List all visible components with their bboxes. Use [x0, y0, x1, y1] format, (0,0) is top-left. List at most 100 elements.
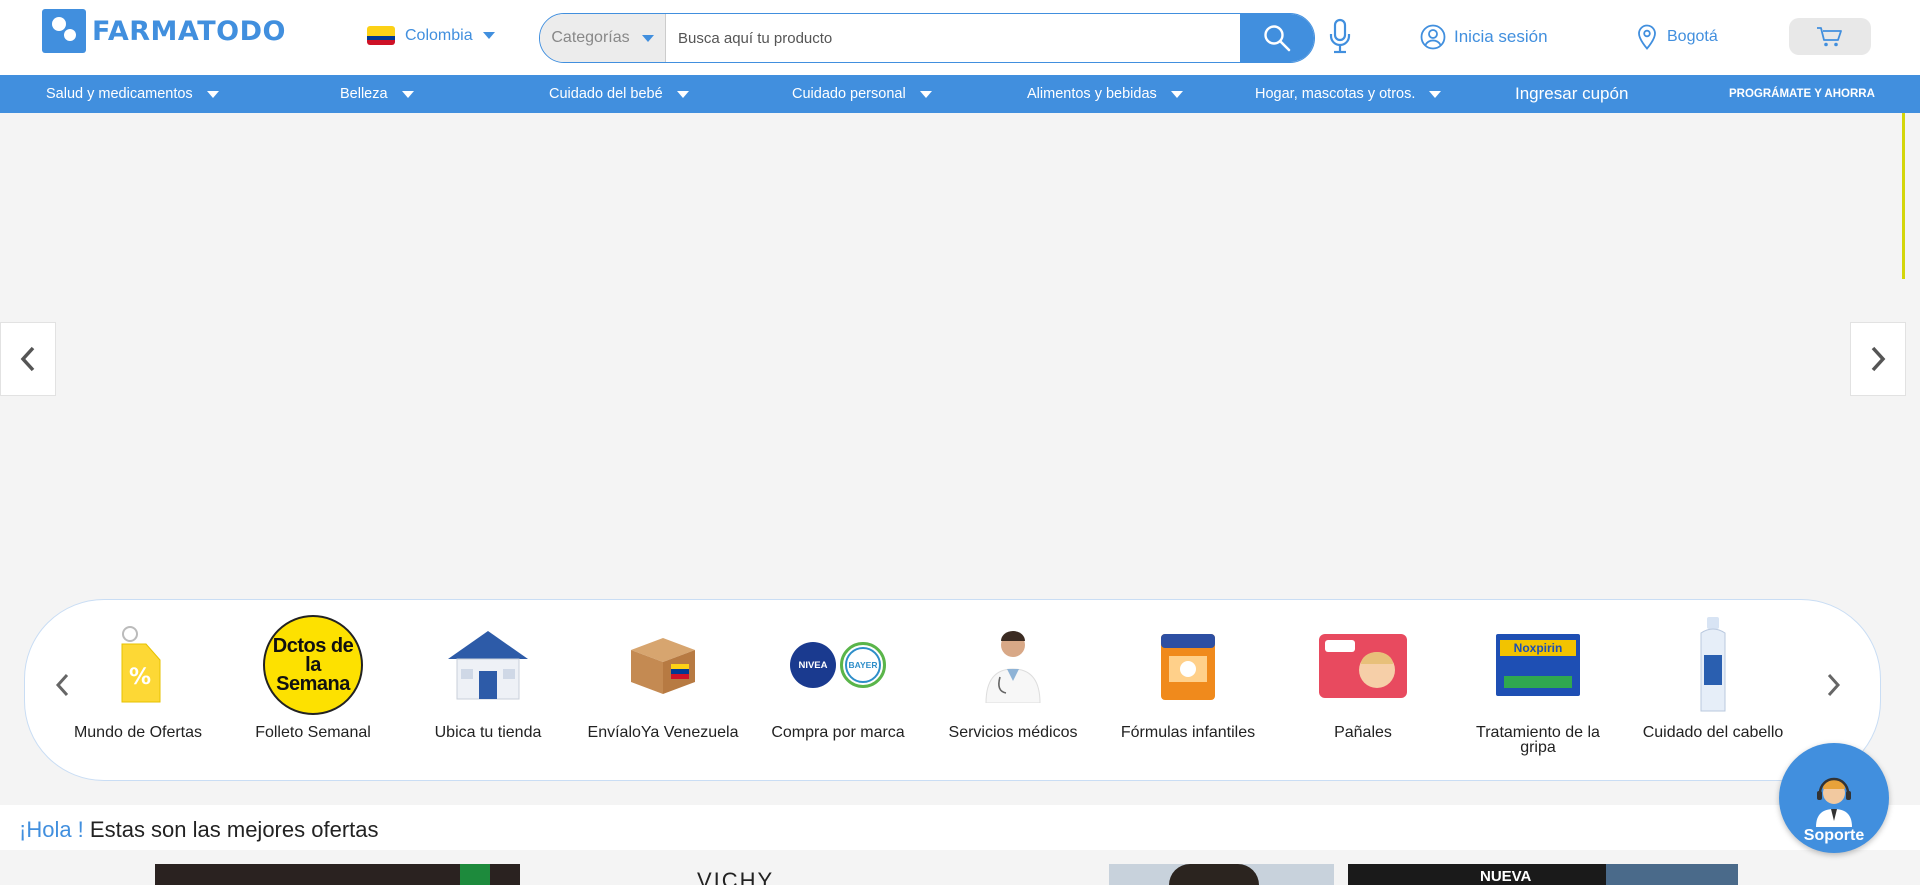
vichy-text: VICHY [697, 868, 775, 885]
search-button[interactable] [1240, 14, 1314, 62]
country-selector[interactable]: Colombia [367, 26, 495, 45]
page-scroll-indicator [1902, 113, 1905, 279]
nav-item-cuidado-personal[interactable]: Cuidado personal [792, 75, 932, 113]
shampoo-bottle-icon [1700, 617, 1726, 712]
chevron-left-icon [20, 346, 35, 372]
category-item-folleto[interactable]: Dctos de la Semana Folleto Semanal [233, 615, 393, 741]
category-item-panales[interactable]: Pañales [1283, 615, 1443, 741]
cart-button[interactable] [1789, 18, 1871, 55]
category-item-marcas[interactable]: NIVEA BAYER Compra por marca [758, 615, 918, 741]
country-label: Colombia [405, 26, 473, 44]
chevron-right-icon [1827, 673, 1841, 697]
offers-section-header: ¡Hola ! Estas son las mejores ofertas [0, 805, 1920, 850]
nav-item-label: Cuidado del bebé [549, 86, 663, 102]
greeting-text: ¡Hola ! [19, 817, 84, 842]
hero-prev-button[interactable] [0, 322, 56, 396]
category-item-formulas[interactable]: Fórmulas infantiles [1108, 615, 1268, 741]
category-item-cabello[interactable]: Cuidado del cabello [1633, 615, 1793, 741]
category-label: Mundo de Ofertas [73, 724, 203, 741]
search-bar: Categorías [539, 13, 1315, 63]
site-header: FARMATODO Colombia Categorías Inicia ses… [0, 0, 1920, 75]
hero-next-button[interactable] [1850, 322, 1906, 396]
promo-banner-portrait[interactable] [1109, 864, 1334, 885]
category-label: Ubica tu tienda [434, 724, 542, 741]
category-label: EnvíaloYa Venezuela [587, 724, 739, 741]
nav-item-belleza[interactable]: Belleza [340, 75, 414, 113]
category-label: Cu [1808, 725, 1880, 741]
category-label: Folleto Semanal [255, 724, 371, 741]
login-link[interactable]: Inicia sesión [1420, 24, 1548, 50]
nueva-text: NUEVA [1480, 868, 1532, 885]
bayer-logo: BAYER [840, 642, 886, 688]
category-item-servicios-medicos[interactable]: Servicios médicos [933, 615, 1093, 741]
category-item-partial[interactable]: Cu [1808, 615, 1880, 741]
brand-name: FARMATODO [92, 15, 286, 47]
chevron-down-icon [641, 34, 654, 42]
category-carousel: % Mundo de Ofertas Dctos de la Semana Fo… [24, 599, 1881, 781]
weekly-discounts-badge-text: Dctos de la Semana [272, 634, 354, 695]
voice-search-button[interactable] [1328, 18, 1352, 61]
nav-item-label: Salud y medicamentos [46, 86, 193, 102]
category-label: Compra por marca [771, 724, 905, 741]
package-icon [631, 638, 695, 694]
svg-text:%: % [129, 665, 151, 690]
store-icon [448, 631, 528, 700]
microphone-icon [1329, 18, 1351, 54]
colombia-flag-icon [367, 26, 395, 45]
support-label: Soporte [1803, 827, 1865, 844]
coupon-link[interactable]: Ingresar cupón [1515, 75, 1628, 113]
chevron-down-icon [401, 90, 414, 98]
nav-item-salud[interactable]: Salud y medicamentos [46, 75, 219, 113]
weekly-discounts-badge: Dctos de la Semana [263, 615, 363, 715]
nav-item-hogar[interactable]: Hogar, mascotas y otros. [1255, 75, 1442, 113]
price-tag-icon: % [121, 626, 161, 703]
search-input[interactable] [666, 14, 1240, 62]
nivea-logo-text: NIVEA [798, 659, 828, 671]
nav-item-label: Cuidado personal [792, 86, 906, 102]
user-icon [1420, 24, 1446, 50]
search-icon [1264, 25, 1291, 52]
support-chat-button[interactable]: Soporte [1779, 743, 1889, 853]
category-item-envialoya[interactable]: EnvíaloYa Venezuela [583, 615, 743, 741]
chevron-down-icon [206, 90, 219, 98]
farmatodo-logo[interactable]: FARMATODO [42, 9, 286, 53]
doctor-icon [985, 631, 1041, 703]
formula-can-icon [1161, 634, 1215, 700]
nav-item-label: Alimentos y bebidas [1027, 86, 1157, 102]
chevron-down-icon [1170, 90, 1183, 98]
category-label: Tratamiento de la gripa [1476, 724, 1600, 756]
category-label: Pañales [1334, 724, 1392, 741]
program-save-link[interactable]: PROGRÁMATE Y AHORRA [1729, 75, 1875, 113]
category-dropdown-label: Categorías [551, 29, 630, 46]
support-agent-icon [1816, 777, 1852, 827]
category-label: Fórmulas infantiles [1120, 724, 1256, 741]
nav-item-alimentos[interactable]: Alimentos y bebidas [1027, 75, 1183, 113]
offers-title: ¡Hola ! Estas son las mejores ofertas [19, 817, 379, 843]
category-item-ofertas[interactable]: % Mundo de Ofertas [58, 615, 218, 741]
nav-item-label: Belleza [340, 86, 388, 102]
diaper-pack-icon [1319, 634, 1407, 698]
city-label: Bogotá [1667, 28, 1718, 45]
category-item-gripa[interactable]: Noxpirin Tratamiento de la gripa [1458, 615, 1618, 756]
promo-banner-nueva[interactable]: NUEVA [1348, 864, 1738, 885]
category-item-tiendas[interactable]: Ubica tu tienda [408, 615, 568, 741]
login-label: Inicia sesión [1454, 27, 1548, 46]
chevron-right-icon [1871, 346, 1886, 372]
offers-heading: Estas son las mejores ofertas [89, 817, 379, 842]
hero-banner [0, 113, 1920, 580]
cart-icon [1817, 26, 1842, 46]
chevron-down-icon [919, 90, 932, 98]
promo-banner-vichy[interactable]: VICHY [155, 864, 795, 885]
nivea-logo: NIVEA [790, 642, 836, 688]
nav-item-cuidado-bebe[interactable]: Cuidado del bebé [549, 75, 689, 113]
location-selector[interactable]: Bogotá [1637, 24, 1718, 50]
nav-item-label: Hogar, mascotas y otros. [1255, 86, 1416, 102]
category-label: Servicios médicos [948, 724, 1078, 741]
carousel-next-button[interactable] [1825, 672, 1841, 703]
logo-icon [42, 9, 86, 53]
category-label: Cuidado del cabello [1642, 724, 1784, 741]
main-navigation: Salud y medicamentos Belleza Cuidado del… [0, 75, 1920, 113]
chevron-down-icon [676, 90, 689, 98]
chevron-down-icon [1429, 90, 1442, 98]
category-dropdown[interactable]: Categorías [540, 14, 666, 62]
